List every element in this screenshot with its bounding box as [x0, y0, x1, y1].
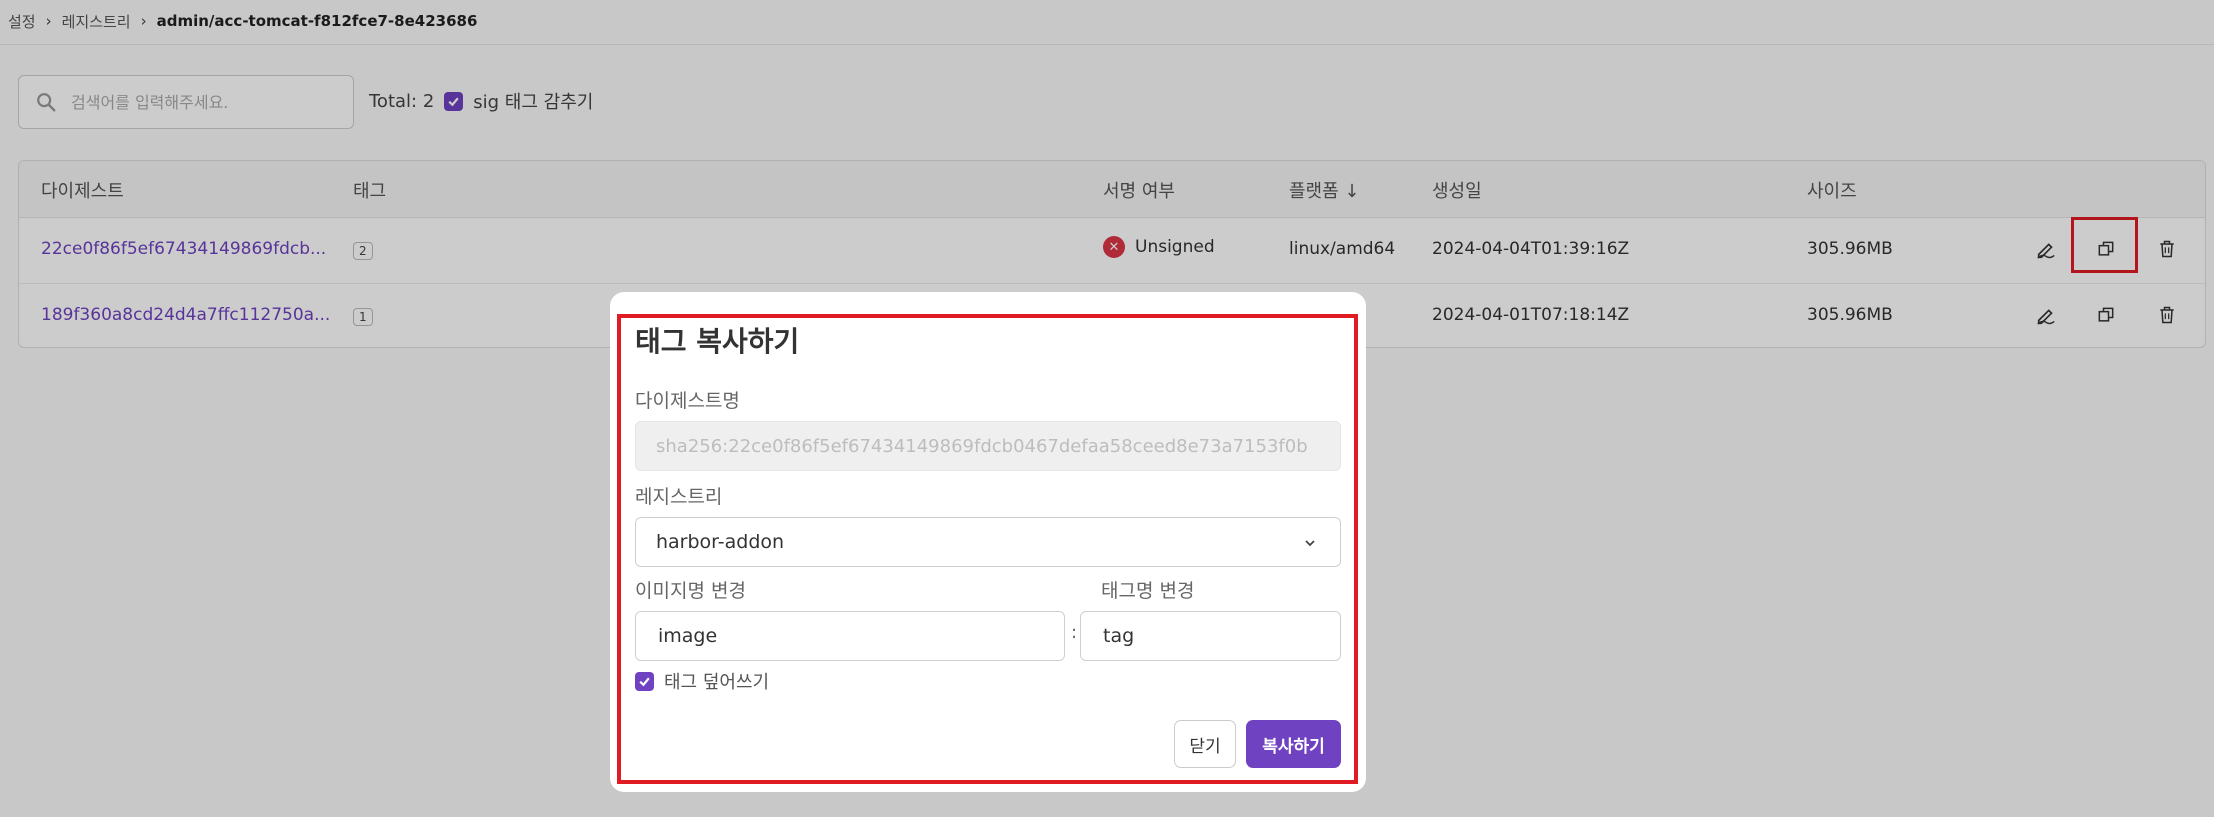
check-icon — [639, 677, 650, 686]
digest-label: 다이제스트명 — [635, 390, 740, 412]
overwrite-option[interactable]: 태그 덮어쓰기 — [635, 668, 769, 694]
modal-title: 태그 복사하기 — [635, 325, 800, 358]
image-name-field[interactable] — [635, 611, 1065, 661]
copy-tag-modal: 태그 복사하기 다이제스트명 sha256:22ce0f86f5ef674341… — [610, 292, 1366, 792]
close-button[interactable]: 닫기 — [1174, 720, 1236, 768]
copy-button[interactable]: 복사하기 — [1246, 720, 1341, 768]
tag-name-label: 태그명 변경 — [1101, 580, 1195, 602]
registry-select-value: harbor-addon — [656, 531, 785, 553]
digest-field-value: sha256:22ce0f86f5ef67434149869fdcb0467de… — [656, 435, 1308, 457]
registry-select[interactable]: harbor-addon — [635, 517, 1341, 567]
overwrite-checkbox[interactable] — [635, 671, 654, 691]
image-name-label: 이미지명 변경 — [635, 580, 746, 602]
chevron-down-icon — [1305, 540, 1315, 547]
image-name-input[interactable] — [656, 624, 1028, 648]
tag-name-input[interactable] — [1101, 624, 1321, 648]
tag-name-field[interactable] — [1080, 611, 1341, 661]
name-tag-separator: : — [1071, 622, 1078, 643]
registry-label: 레지스트리 — [635, 486, 723, 508]
overwrite-label[interactable]: 태그 덮어쓰기 — [664, 668, 769, 694]
digest-field: sha256:22ce0f86f5ef67434149869fdcb0467de… — [635, 421, 1341, 471]
